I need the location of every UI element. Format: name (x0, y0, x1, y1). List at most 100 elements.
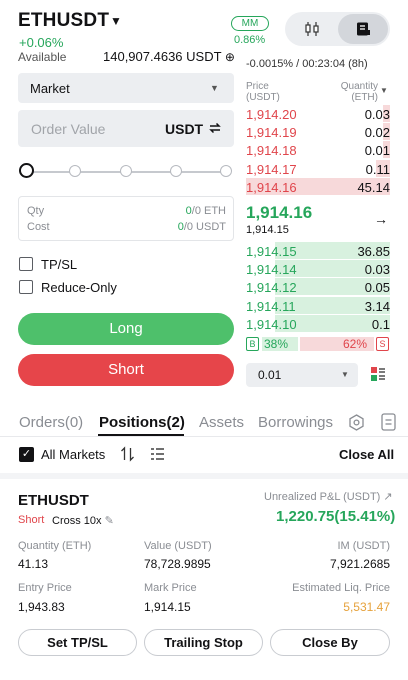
buy-ratio-tag: B (246, 337, 259, 351)
bid-row-quantity: 3.14 (364, 298, 390, 314)
mark-price-value: 1,914.15 (144, 600, 191, 614)
order-value-placeholder: Order Value (31, 121, 106, 137)
ask-row[interactable]: 1,914.20 0.03 (246, 105, 390, 123)
filter-list-icon[interactable] (150, 447, 165, 466)
tab-orders[interactable]: Orders(0) (19, 414, 83, 431)
unrealized-pnl-value: 1,220.75(15.41%) (276, 508, 396, 525)
swap-icon[interactable] (207, 120, 223, 141)
reduce-only-label: Reduce-Only (41, 280, 117, 295)
position-side: Short (18, 514, 45, 526)
im-label: IM (USDT) (337, 540, 390, 552)
depth-step-value: 0.01 (258, 368, 282, 382)
tab-borrowings[interactable]: Borrowings (258, 414, 333, 431)
buy-ratio-value: 38% (264, 337, 289, 351)
bid-row-quantity: 0.1 (371, 316, 390, 332)
pair-title[interactable]: ETHUSDT (18, 10, 109, 32)
price-header: Price (USDT) (246, 81, 280, 103)
mark-price-label: Mark Price (144, 582, 197, 594)
bid-row[interactable]: 1,914.14 0.03 (246, 260, 390, 278)
slider-step-50[interactable] (120, 165, 132, 177)
liq-price-label: Estimated Liq. Price (292, 582, 390, 594)
ask-row-quantity: 0.11 (365, 161, 390, 177)
last-price: 1,914.16 (246, 203, 313, 222)
sort-icon[interactable] (120, 446, 135, 467)
mm-value: 0.86% (234, 34, 266, 46)
ask-row[interactable]: 1,914.16 45.14 (246, 177, 390, 196)
entry-price-label: Entry Price (18, 582, 72, 594)
ask-row-price: 1,914.20 (246, 107, 297, 122)
all-markets-label: All Markets (41, 447, 106, 462)
close-all-button[interactable]: Close All (339, 447, 394, 462)
bid-row-price: 1,914.14 (246, 262, 297, 278)
liq-price-value: 5,531.47 (343, 600, 390, 614)
tab-assets[interactable]: Assets (199, 414, 244, 431)
pair-dropdown-icon[interactable]: ▼ (110, 14, 122, 28)
active-tab-indicator (98, 434, 184, 436)
bid-row[interactable]: 1,914.15 36.85 (246, 242, 390, 260)
short-button[interactable]: Short (18, 354, 234, 386)
quantity-label: Quantity (ETH) (18, 540, 92, 552)
unrealized-pnl-label: Unrealized P&L (USDT) ↗ (264, 491, 393, 503)
all-markets-checkbox[interactable]: ✓ (19, 447, 34, 462)
order-value-unit[interactable]: USDT (165, 121, 203, 137)
im-value: 7,921.2685 (329, 557, 390, 571)
bid-row-quantity: 36.85 (357, 244, 390, 259)
bid-row-price: 1,914.11 (246, 298, 296, 314)
ask-row-price: 1,914.16 (246, 179, 297, 195)
orderbook-layout-icon[interactable] (370, 366, 386, 387)
quantity-header[interactable]: Quantity (ETH) (320, 81, 378, 103)
bid-row[interactable]: 1,914.12 0.05 (246, 278, 390, 296)
long-button[interactable]: Long (18, 313, 234, 345)
bid-row-quantity: 0.03 (364, 262, 390, 278)
ask-row[interactable]: 1,914.18 0.01 (246, 141, 390, 159)
bid-row[interactable]: 1,914.10 0.1 (246, 314, 390, 333)
slider-step-75[interactable] (170, 165, 182, 177)
ask-row-quantity: 0.02 (364, 125, 390, 141)
section-divider (0, 473, 408, 479)
reduce-only-checkbox[interactable] (19, 280, 33, 294)
quantity-unit-dropdown-icon[interactable]: ▼ (380, 86, 388, 95)
bid-row[interactable]: 1,914.11 3.14 (246, 296, 390, 315)
funding-rate[interactable]: -0.0015% / 00:23:04 (8h) (246, 58, 368, 70)
candlestick-chart-icon[interactable] (292, 16, 332, 42)
mm-badge: MM (231, 16, 269, 31)
position-margin-mode[interactable]: Cross 10x ✎ (52, 514, 114, 527)
trailing-stop-button[interactable]: Trailing Stop (144, 629, 263, 656)
tabs-divider (0, 436, 408, 437)
close-by-button[interactable]: Close By (270, 629, 390, 656)
slider-step-100[interactable] (220, 165, 232, 177)
document-icon[interactable] (381, 413, 396, 436)
tab-positions[interactable]: Positions(2) (99, 414, 185, 431)
ask-row-quantity: 0.03 (364, 107, 390, 122)
tpsl-label: TP/SL (41, 257, 78, 272)
tpsl-checkbox[interactable] (19, 257, 33, 271)
share-icon[interactable]: ↗ (383, 491, 392, 503)
edit-icon[interactable]: ✎ (105, 515, 114, 527)
cost-value: 0/0 USDT (177, 221, 226, 233)
quantity-value: 41.13 (18, 557, 49, 571)
add-funds-icon[interactable]: ⊕ (225, 50, 235, 64)
bid-row-quantity: 0.05 (364, 280, 390, 296)
qty-value: 0/0 ETH (185, 205, 226, 217)
ask-row-price: 1,914.19 (246, 125, 297, 141)
set-tpsl-button[interactable]: Set TP/SL (18, 629, 137, 656)
ask-row[interactable]: 1,914.19 0.02 (246, 123, 390, 141)
order-entry-icon[interactable] (338, 14, 388, 44)
slider-handle[interactable] (19, 163, 34, 178)
chevron-down-icon: ▼ (341, 370, 349, 379)
qty-cost-box (18, 196, 234, 241)
qty-label: Qty (27, 205, 45, 217)
ask-row-price: 1,914.17 (246, 161, 297, 177)
arrow-right-icon[interactable]: → (374, 211, 388, 227)
ask-row-quantity: 0.01 (364, 143, 390, 159)
settings-icon[interactable] (348, 414, 365, 436)
available-label: Available (18, 50, 67, 64)
position-symbol[interactable]: ETHUSDT (18, 492, 89, 509)
slider-step-25[interactable] (69, 165, 81, 177)
chevron-down-icon: ▼ (210, 83, 219, 93)
order-type-value: Market (30, 81, 70, 96)
value-value: 78,728.9895 (144, 557, 211, 571)
entry-price-value: 1,943.83 (18, 600, 65, 614)
ask-row[interactable]: 1,914.17 0.11 (246, 159, 390, 178)
price-change: +0.06% (19, 35, 64, 50)
